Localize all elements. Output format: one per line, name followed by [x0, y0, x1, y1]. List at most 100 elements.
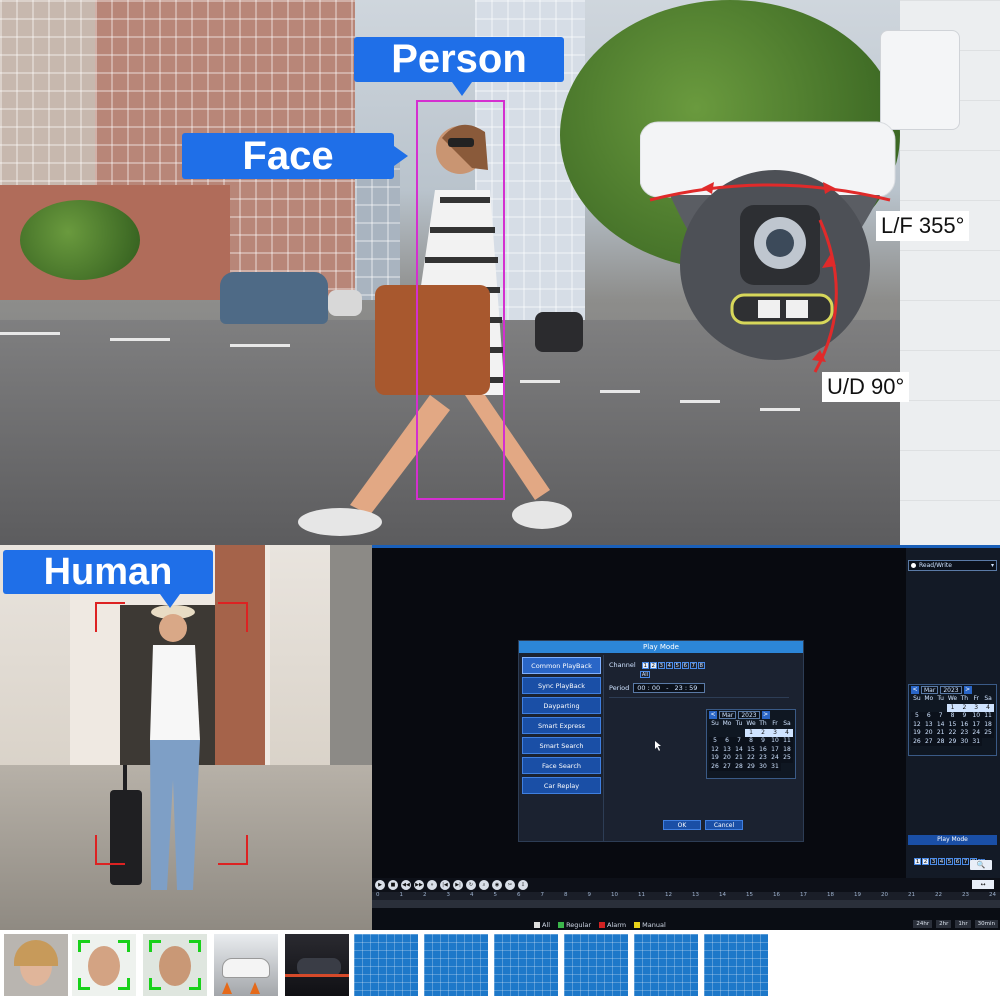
stop-icon[interactable]: ■ [388, 880, 398, 890]
timeline-track[interactable] [372, 900, 1000, 908]
calendar-day[interactable]: 17 [769, 745, 781, 754]
channel-checkbox-8[interactable]: 8 [697, 662, 705, 669]
menu-item-smart-search[interactable]: Smart Search [522, 737, 601, 754]
calendar-day[interactable]: 31 [769, 762, 781, 771]
zoom-1hr-button[interactable]: 1hr [955, 920, 971, 928]
cancel-button[interactable]: Cancel [705, 820, 743, 830]
calendar-day[interactable]: 28 [733, 762, 745, 771]
zoom-30min-button[interactable]: 30min [974, 920, 998, 928]
next-month-button[interactable]: > [963, 686, 972, 694]
zoom-2hr-button[interactable]: 2hr [936, 920, 952, 928]
month-select[interactable]: Mar [719, 711, 737, 719]
calendar-day[interactable]: 25 [781, 754, 793, 763]
calendar-day[interactable]: 10 [769, 737, 781, 746]
calendar-day[interactable]: 19 [911, 729, 923, 738]
read-write-dropdown[interactable]: Read/Write ▾ [908, 560, 997, 571]
side-search-button[interactable]: 🔍 [970, 860, 992, 870]
calendar-day[interactable]: 9 [958, 712, 971, 721]
calendar-day[interactable]: 19 [709, 754, 721, 763]
calendar-day[interactable]: 2 [757, 728, 769, 737]
calendar-day[interactable]: 21 [733, 754, 745, 763]
calendar-day[interactable]: 13 [922, 720, 935, 729]
calendar-day[interactable]: 2 [958, 703, 971, 712]
calendar-day[interactable]: 26 [911, 737, 923, 746]
calendar-day[interactable]: 16 [757, 745, 769, 754]
calendar-day[interactable]: 8 [946, 712, 959, 721]
timeline[interactable]: 0 1 2 3 4 5 6 7 8 9 10 11 12 13 14 15 16 17 18 19 20 21 22 23 24 [372, 892, 1000, 908]
channel-checkbox-1[interactable]: 1 [641, 662, 649, 669]
prev-month-button[interactable]: < [709, 711, 717, 719]
channel-checkbox-3[interactable]: 3 [657, 662, 665, 669]
channel-checkbox-6[interactable]: 6 [954, 858, 961, 865]
legend-alarm[interactable]: Alarm [599, 921, 626, 929]
calendar-day[interactable]: 13 [721, 745, 733, 754]
menu-item-dayparting[interactable]: Dayparting [522, 697, 601, 714]
menu-item-face-search[interactable]: Face Search [522, 757, 601, 774]
calendar-day[interactable]: 12 [911, 720, 923, 729]
channel-checkbox-3[interactable]: 3 [930, 858, 937, 865]
calendar-day[interactable]: 14 [733, 745, 745, 754]
channel-checkbox-7[interactable]: 7 [962, 858, 969, 865]
channel-checkbox-2[interactable]: 2 [922, 858, 929, 865]
year-select[interactable]: 2023 [738, 711, 760, 719]
calendar-day[interactable]: 23 [958, 729, 971, 738]
zoom-24hr-button[interactable]: 24hr [913, 920, 933, 928]
month-select[interactable]: Mar [921, 686, 939, 694]
channel-checkbox-4[interactable]: 4 [665, 662, 673, 669]
calendar-day[interactable]: 28 [934, 737, 947, 746]
fast-forward-icon[interactable]: ▶▶ [414, 880, 424, 890]
zoom-icon[interactable]: ⌕ [479, 880, 489, 890]
menu-item-common-playback[interactable]: Common PlayBack [522, 657, 601, 674]
legend-all[interactable]: All [534, 921, 550, 929]
calendar-day[interactable]: 17 [970, 720, 983, 729]
calendar-day[interactable]: 7 [934, 712, 947, 721]
calendar-day[interactable]: 15 [946, 720, 959, 729]
slow-icon[interactable]: » [427, 880, 437, 890]
calendar-day[interactable]: 20 [922, 729, 935, 738]
calendar-day[interactable]: 22 [745, 754, 757, 763]
legend-manual[interactable]: Manual [634, 921, 666, 929]
next-month-button[interactable]: > [761, 711, 770, 719]
calendar-day[interactable]: 30 [757, 762, 769, 771]
channel-checkbox-1[interactable]: 1 [914, 858, 921, 865]
calendar-day[interactable]: 18 [982, 720, 994, 729]
calendar-day[interactable]: 4 [982, 703, 994, 712]
all-channels-checkbox[interactable]: All [640, 671, 650, 678]
frame-forward-icon[interactable]: ▶| [453, 880, 463, 890]
calendar-day[interactable]: 27 [922, 737, 935, 746]
backup-icon[interactable]: ⇩ [518, 880, 528, 890]
menu-item-sync-playback[interactable]: Sync PlayBack [522, 677, 601, 694]
calendar-day[interactable]: 29 [745, 762, 757, 771]
calendar-day[interactable]: 12 [709, 745, 721, 754]
frame-back-icon[interactable]: |◀ [440, 880, 450, 890]
repeat-icon[interactable]: ↻ [466, 880, 476, 890]
play-icon[interactable]: ▶ [375, 880, 385, 890]
year-select[interactable]: 2023 [940, 686, 962, 694]
snapshot-icon[interactable]: ◉ [492, 880, 502, 890]
calendar-day[interactable]: 23 [757, 754, 769, 763]
calendar-day[interactable]: 21 [934, 729, 947, 738]
fit-button[interactable]: ↔ [972, 880, 994, 889]
calendar-day[interactable]: 4 [781, 728, 793, 737]
channel-checkbox-6[interactable]: 6 [681, 662, 689, 669]
calendar-day[interactable]: 20 [721, 754, 733, 763]
calendar-day[interactable]: 30 [958, 737, 971, 746]
channel-checkbox-7[interactable]: 7 [689, 662, 697, 669]
ok-button[interactable]: OK [663, 820, 701, 830]
prev-month-button[interactable]: < [911, 686, 919, 694]
calendar-day[interactable]: 26 [709, 762, 721, 771]
calendar-day[interactable]: 11 [781, 737, 793, 746]
calendar-day[interactable]: 3 [769, 728, 781, 737]
legend-regular[interactable]: Regular [558, 921, 591, 929]
period-input[interactable]: 00 : 00 - 23 : 59 [633, 683, 706, 693]
channel-checkbox-5[interactable]: 5 [673, 662, 681, 669]
calendar-day[interactable]: 16 [958, 720, 971, 729]
calendar-day[interactable]: 31 [970, 737, 983, 746]
calendar-day[interactable]: 7 [733, 737, 745, 746]
calendar-day[interactable]: 5 [911, 712, 923, 721]
calendar-day[interactable]: 14 [934, 720, 947, 729]
channel-checkbox-5[interactable]: 5 [946, 858, 953, 865]
calendar-day[interactable]: 29 [946, 737, 959, 746]
channel-checkbox-4[interactable]: 4 [938, 858, 945, 865]
calendar-day[interactable]: 10 [970, 712, 983, 721]
